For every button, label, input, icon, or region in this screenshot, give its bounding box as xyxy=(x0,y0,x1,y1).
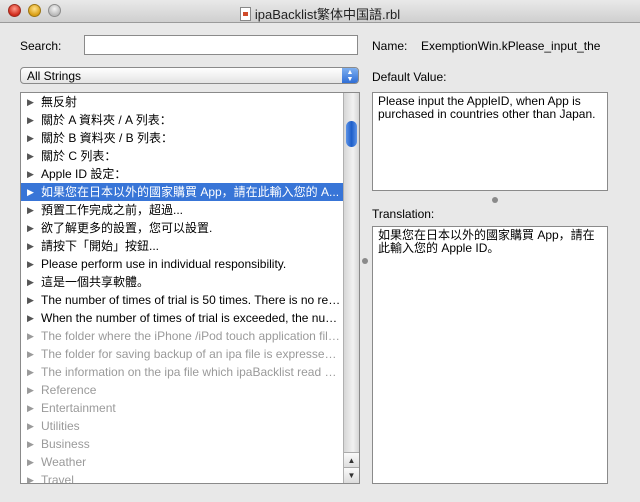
translation-field[interactable]: 如果您在日本以外的國家購買 App，請在此輸入您的 Apple ID。 xyxy=(372,226,608,484)
default-value-label: Default Value: xyxy=(372,70,447,84)
string-filter-popup[interactable]: All Strings ▲ ▼ xyxy=(20,67,359,84)
list-item[interactable]: ▶ Weather xyxy=(21,453,344,471)
list-item[interactable]: ▶ 如果您在日本以外的國家購買 App，請在此輸入您的 A... xyxy=(21,183,344,201)
window-title-wrap: ipaBacklist繁体中国語.rbl xyxy=(0,4,640,23)
disclosure-triangle-icon[interactable]: ▶ xyxy=(27,201,34,219)
list-item-label: 請按下「開始」按鈕... xyxy=(41,239,160,253)
disclosure-triangle-icon[interactable]: ▶ xyxy=(27,111,34,129)
list-item-label: When the number of times of trial is exc… xyxy=(41,311,342,325)
list-item-label: 欲了解更多的設置，您可以設置. xyxy=(41,221,213,235)
list-item-label: Please perform use in individual respons… xyxy=(41,257,287,271)
disclosure-triangle-icon[interactable]: ▶ xyxy=(27,93,34,111)
list-item-label: Reference xyxy=(41,383,97,397)
popup-arrows-icon: ▲ ▼ xyxy=(342,68,358,83)
search-input[interactable] xyxy=(84,35,358,55)
list-item[interactable]: ▶ 無反射 xyxy=(21,93,344,111)
title-bar: ipaBacklist繁体中国語.rbl xyxy=(0,0,640,23)
list-item-label: Entertainment xyxy=(41,401,116,415)
disclosure-triangle-icon[interactable]: ▶ xyxy=(27,471,34,483)
list-item-label: Weather xyxy=(41,455,87,469)
list-item-label: Apple ID 設定： xyxy=(41,167,127,181)
list-item-label: Business xyxy=(41,437,90,451)
strings-list-items: ▶ 無反射 ▶ 關於 A 資料夾 / A 列表： ▶ 關於 B 資料夾 / B 列表： ▶ 關… xyxy=(21,93,344,483)
disclosure-triangle-icon[interactable]: ▶ xyxy=(27,453,34,471)
list-item[interactable]: ▶ Please perform use in individual respon… xyxy=(21,255,344,273)
list-item-label: The folder for saving backup of an ipa f… xyxy=(41,347,342,361)
disclosure-triangle-icon[interactable]: ▶ xyxy=(27,309,34,327)
disclosure-triangle-icon[interactable]: ▶ xyxy=(27,327,34,345)
list-item[interactable]: ▶ When the number of times of trial is ex… xyxy=(21,309,344,327)
scroll-down-arrow-icon[interactable]: ▼ xyxy=(344,467,359,483)
list-item-label: 無反射 xyxy=(41,95,78,109)
list-item-label: 預置工作完成之前，超過... xyxy=(41,203,184,217)
disclosure-triangle-icon[interactable]: ▶ xyxy=(27,255,34,273)
window-title: ipaBacklist繁体中国語.rbl xyxy=(254,7,401,22)
translation-label: Translation: xyxy=(372,207,435,221)
list-item[interactable]: ▶ The folder where the iPhone /iPod touch… xyxy=(21,327,344,345)
list-item[interactable]: ▶ 欲了解更多的設置，您可以設置. xyxy=(21,219,344,237)
list-item[interactable]: ▶ Entertainment xyxy=(21,399,344,417)
disclosure-triangle-icon[interactable]: ▶ xyxy=(27,345,34,363)
list-item-label: 關於 C 列表： xyxy=(41,149,117,163)
list-item[interactable]: ▶ The information on the ipa file which i… xyxy=(21,363,344,381)
disclosure-triangle-icon[interactable]: ▶ xyxy=(27,435,34,453)
list-item-label: Travel xyxy=(41,473,74,483)
list-item[interactable]: ▶ 請按下「開始」按鈕... xyxy=(21,237,344,255)
scroll-up-arrow-icon[interactable]: ▲ xyxy=(344,452,359,468)
strings-list[interactable]: ▶ 無反射 ▶ 關於 A 資料夾 / A 列表： ▶ 關於 B 資料夾 / B 列表： ▶ 關… xyxy=(20,92,360,484)
list-item[interactable]: ▶ Apple ID 設定： xyxy=(21,165,344,183)
disclosure-triangle-icon[interactable]: ▶ xyxy=(27,183,34,201)
search-label: Search: xyxy=(20,39,62,53)
disclosure-triangle-icon[interactable]: ▶ xyxy=(27,291,34,309)
disclosure-triangle-icon[interactable]: ▶ xyxy=(27,165,34,183)
list-item[interactable]: ▶ The number of times of trial is 50 time… xyxy=(21,291,344,309)
list-item[interactable]: ▶ The folder for saving backup of an ipa … xyxy=(21,345,344,363)
list-item-label: 這是一個共享軟體。 xyxy=(41,275,150,289)
vertical-splitter-handle[interactable] xyxy=(362,258,368,264)
disclosure-triangle-icon[interactable]: ▶ xyxy=(27,399,34,417)
list-item[interactable]: ▶ 預置工作完成之前，超過... xyxy=(21,201,344,219)
list-item-label: Utilities xyxy=(41,419,80,433)
name-value: ExemptionWin.kPlease_input_the xyxy=(421,39,601,53)
disclosure-triangle-icon[interactable]: ▶ xyxy=(27,147,34,165)
disclosure-triangle-icon[interactable]: ▶ xyxy=(27,219,34,237)
list-item-label: 關於 B 資料夾 / B 列表： xyxy=(41,131,174,145)
list-scrollbar[interactable]: ▲ ▼ xyxy=(343,93,359,483)
string-filter-selected: All Strings xyxy=(27,69,82,83)
list-item[interactable]: ▶ 關於 C 列表： xyxy=(21,147,344,165)
list-item-label: The folder where the iPhone /iPod touch … xyxy=(41,329,342,343)
default-value-text: Please input the AppleID, when App is pu… xyxy=(372,92,608,191)
disclosure-triangle-icon[interactable]: ▶ xyxy=(27,363,34,381)
name-label: Name: xyxy=(372,39,408,53)
list-item[interactable]: ▶ Utilities xyxy=(21,417,344,435)
list-item-label: The information on the ipa file which ip… xyxy=(41,365,342,379)
list-item[interactable]: ▶ 關於 B 資料夾 / B 列表： xyxy=(21,129,344,147)
list-item-label: 如果您在日本以外的國家購買 App，請在此輸入您的 A... xyxy=(41,185,340,199)
list-item[interactable]: ▶ Travel xyxy=(21,471,344,483)
disclosure-triangle-icon[interactable]: ▶ xyxy=(27,237,34,255)
list-item[interactable]: ▶ 這是一個共享軟體。 xyxy=(21,273,344,291)
disclosure-triangle-icon[interactable]: ▶ xyxy=(27,129,34,147)
disclosure-triangle-icon[interactable]: ▶ xyxy=(27,381,34,399)
horizontal-splitter-handle[interactable] xyxy=(492,197,498,203)
list-scroll-thumb[interactable] xyxy=(346,121,357,147)
list-item[interactable]: ▶ Reference xyxy=(21,381,344,399)
disclosure-triangle-icon[interactable]: ▶ xyxy=(27,417,34,435)
document-icon xyxy=(239,7,251,21)
list-item[interactable]: ▶ Business xyxy=(21,435,344,453)
disclosure-triangle-icon[interactable]: ▶ xyxy=(27,273,34,291)
list-item-label: 關於 A 資料夾 / A 列表： xyxy=(41,113,172,127)
list-item-label: The number of times of trial is 50 times… xyxy=(41,293,342,307)
list-item[interactable]: ▶ 關於 A 資料夾 / A 列表： xyxy=(21,111,344,129)
